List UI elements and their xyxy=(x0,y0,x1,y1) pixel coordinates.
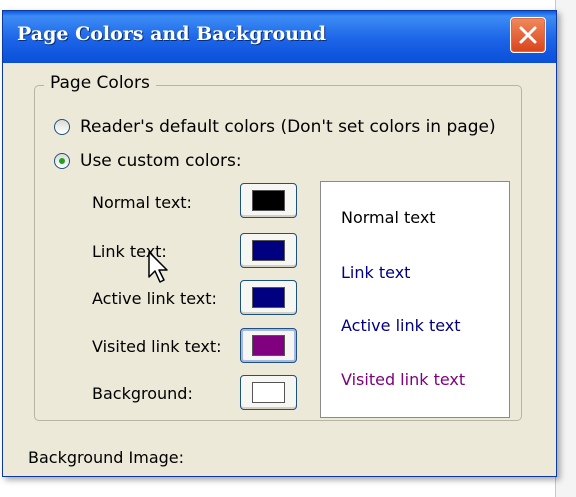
preview-active-link-text: Active link text xyxy=(341,316,461,335)
preview-visited-link-text: Visited link text xyxy=(341,370,466,389)
radio-custom-colors[interactable]: Use custom colors: xyxy=(54,149,242,173)
link-text-swatch xyxy=(252,240,285,261)
visited-link-text-swatch xyxy=(252,335,285,356)
background-window-edge xyxy=(555,0,576,497)
radio-custom-colors-label: Use custom colors: xyxy=(80,151,242,171)
radio-default-colors[interactable]: Reader's default colors (Don't set color… xyxy=(54,115,496,139)
color-preview-panel: Normal text Link text Active link text V… xyxy=(320,181,510,418)
normal-text-label: Normal text: xyxy=(92,193,192,212)
active-link-text-label: Active link text: xyxy=(92,289,217,308)
close-icon xyxy=(519,26,537,44)
radio-default-colors-indicator[interactable] xyxy=(54,119,70,135)
active-link-text-swatch xyxy=(252,287,285,308)
radio-default-colors-label: Reader's default colors (Don't set color… xyxy=(80,117,496,137)
preview-normal-text: Normal text xyxy=(341,208,436,227)
mouse-pointer-icon xyxy=(148,251,168,283)
dialog-title: Page Colors and Background xyxy=(17,23,327,45)
background-color-button[interactable] xyxy=(240,375,297,410)
link-text-color-button[interactable] xyxy=(240,233,297,268)
preview-link-text: Link text xyxy=(341,263,411,282)
visited-link-text-color-button[interactable] xyxy=(240,328,297,363)
normal-text-swatch xyxy=(252,190,285,211)
normal-text-color-button[interactable] xyxy=(240,183,297,218)
page-colors-group-title: Page Colors xyxy=(44,73,156,93)
radio-custom-colors-indicator[interactable] xyxy=(54,153,70,169)
title-bar: Page Colors and Background xyxy=(3,11,556,63)
visited-link-text-label: Visited link text: xyxy=(92,337,222,356)
background-image-label: Background Image: xyxy=(28,448,185,467)
background-label: Background: xyxy=(92,384,193,403)
active-link-text-color-button[interactable] xyxy=(240,280,297,315)
close-button[interactable] xyxy=(510,17,546,53)
background-swatch xyxy=(252,382,285,403)
